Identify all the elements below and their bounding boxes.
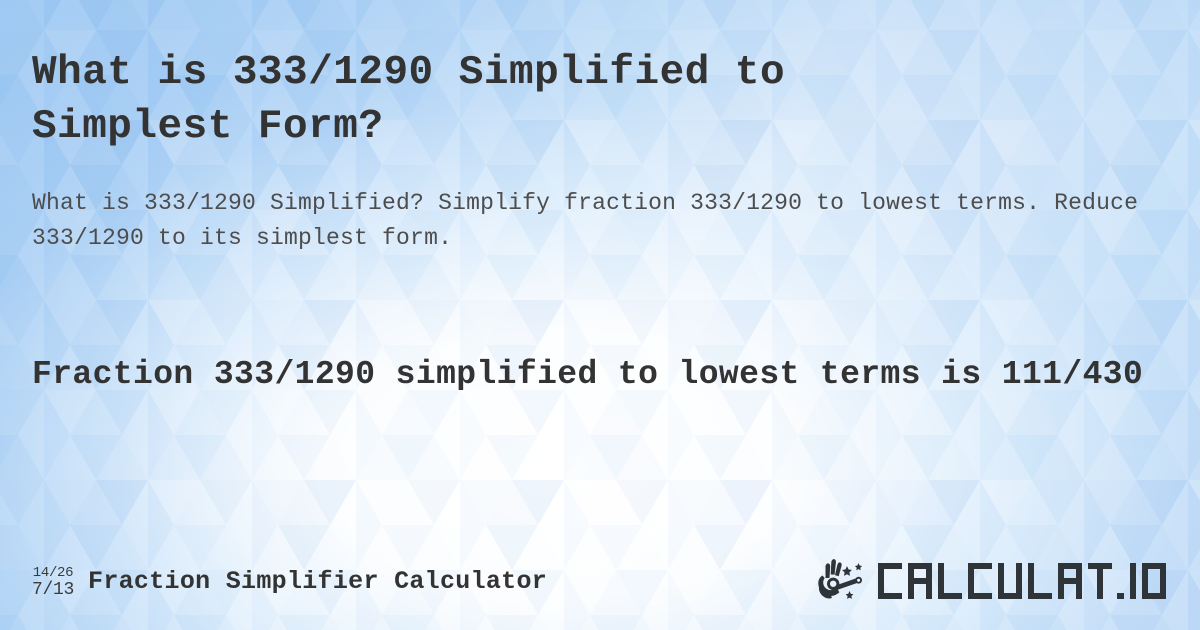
fraction-badge-icon: 14/26 7/13 xyxy=(32,564,74,599)
page-subtitle: What is 333/1290 Simplified? Simplify fr… xyxy=(32,190,1139,251)
fraction-badge-numerator: 14/26 xyxy=(32,565,74,582)
page-title: What is 333/1290 Simplified to Simplest … xyxy=(32,50,786,151)
footer-tool-name: Fraction Simplifier Calculator xyxy=(88,567,548,597)
footer-left-group: 14/26 7/13 Fraction Simplifier Calculato… xyxy=(32,564,547,599)
hand-magic-wand-icon xyxy=(818,559,863,599)
og-image-card: What is 333/1290 Simplified to Simplest … xyxy=(0,0,1200,630)
brand-wordmark xyxy=(876,561,1168,603)
simplified-result: Fraction 333/1290 simplified to lowest t… xyxy=(32,356,1144,393)
brand-wordmark-glyphs xyxy=(878,563,1166,599)
fraction-badge-denominator: 7/13 xyxy=(32,579,75,600)
brand-logo[interactable] xyxy=(816,559,1168,605)
footer: 14/26 7/13 Fraction Simplifier Calculato… xyxy=(0,534,1200,630)
